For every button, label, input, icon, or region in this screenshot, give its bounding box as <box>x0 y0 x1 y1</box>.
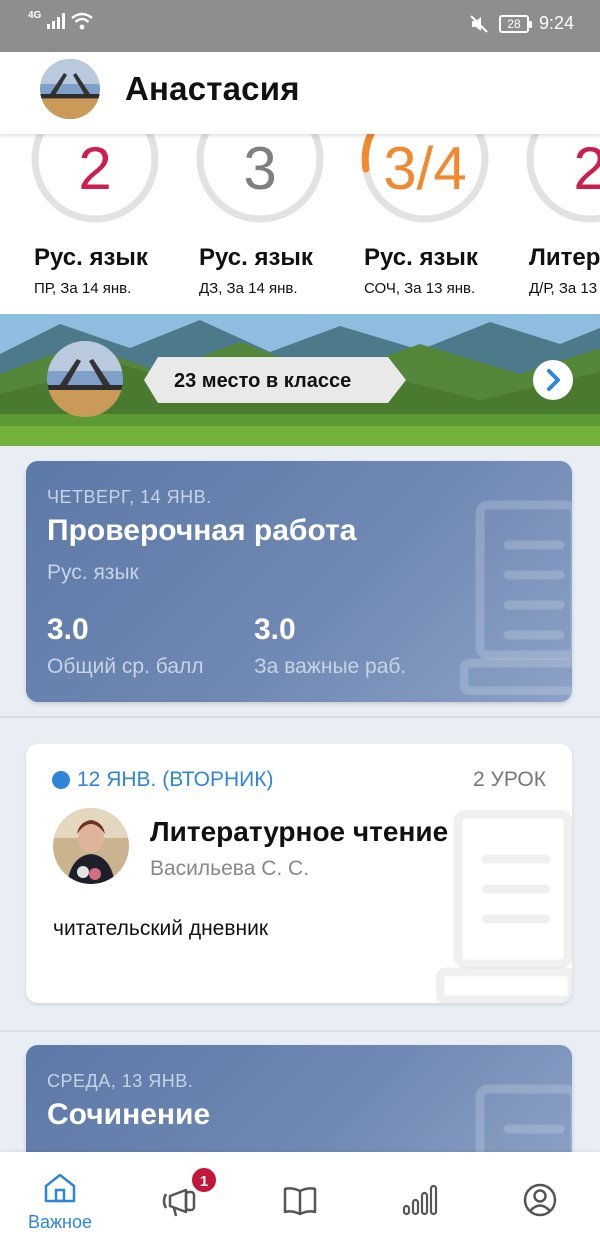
clock: 9:24 <box>538 13 574 33</box>
grade-value: 2 <box>78 135 112 202</box>
bottom-navigation: Важное 1 <box>0 1152 600 1246</box>
document-icon <box>460 500 572 695</box>
nav-important-label: Важное <box>27 1212 93 1232</box>
nav-profile[interactable] <box>480 1152 600 1246</box>
important-score-value: 3.0 <box>254 613 296 646</box>
grade-meta: ДЗ, За 14 янв. <box>199 280 298 297</box>
status-bar: 4G 28 9:24 <box>0 0 600 52</box>
nav-announcements[interactable]: 1 <box>120 1152 240 1246</box>
chevron-right-icon[interactable] <box>533 360 573 400</box>
work-title: Проверочная работа <box>47 514 357 547</box>
homework-date: 12 ЯНВ. (ВТОРНИК) <box>77 768 274 791</box>
home-icon <box>44 1173 76 1203</box>
recent-grades[interactable]: 2 Рус. язык ПР, За 14 янв. 3 Рус. язык Д… <box>0 134 600 314</box>
grade-value: 3/4 <box>383 135 467 202</box>
grade-meta: СОЧ, За 13 янв. <box>364 280 476 297</box>
lesson-number: 2 УРОК <box>473 768 546 791</box>
nav-diary[interactable] <box>240 1152 360 1246</box>
grade-meta: Д/Р, За 13 <box>529 280 598 297</box>
profile-icon <box>523 1183 557 1217</box>
average-score-label: Общий ср. балл <box>47 655 204 678</box>
teacher-name: Васильева С. С. <box>150 857 310 880</box>
teacher-avatar <box>53 808 129 884</box>
signal-icon <box>47 13 66 29</box>
wifi-icon <box>71 12 94 30</box>
profile-header: Анастасия <box>0 52 600 134</box>
homework-card[interactable]: 12 ЯНВ. (ВТОРНИК) 2 УРОК Литературное чт… <box>26 744 572 1003</box>
homework-task: читательский дневник <box>53 917 269 940</box>
grade-subject: Литер <box>529 244 600 271</box>
grade-value: 3 <box>243 135 277 202</box>
network-type: 4G <box>28 10 42 21</box>
grade-value: 2 <box>573 135 600 202</box>
work-date: ЧЕТВЕРГ, 14 ЯНВ. <box>47 487 212 507</box>
divider <box>0 716 600 718</box>
grade-subject: Рус. язык <box>364 244 478 271</box>
work-card[interactable]: ЧЕТВЕРГ, 14 ЯНВ. Проверочная работа Рус.… <box>26 461 572 702</box>
notification-badge: 1 <box>190 1166 218 1194</box>
grade-subject: Рус. язык <box>199 244 313 271</box>
homework-date-row: 12 ЯНВ. (ВТОРНИК) <box>52 768 274 792</box>
document-icon <box>436 809 572 1003</box>
class-rank-banner[interactable]: 23 место в классе <box>0 314 600 446</box>
essay-title: Сочинение <box>47 1098 211 1131</box>
nav-stats[interactable] <box>360 1152 480 1246</box>
rank-avatar <box>47 341 123 417</box>
battery-indicator: 28 <box>498 14 532 33</box>
stats-icon <box>402 1184 438 1216</box>
mute-icon <box>470 14 488 33</box>
important-score-label: За важные раб. <box>254 655 407 678</box>
average-score-value: 3.0 <box>47 613 89 646</box>
book-icon <box>283 1187 317 1216</box>
course-name: Литературное чтение <box>150 816 449 847</box>
nav-important[interactable]: Важное <box>0 1152 120 1246</box>
grade-subject: Рус. язык <box>34 244 148 271</box>
user-name: Анастасия <box>125 70 300 107</box>
work-subject: Рус. язык <box>47 561 139 584</box>
divider <box>0 1030 600 1032</box>
grade-meta: ПР, За 14 янв. <box>34 280 132 297</box>
rank-text: 23 место в классе <box>174 370 352 392</box>
comment-icon <box>52 771 70 789</box>
user-avatar[interactable] <box>40 59 100 119</box>
essay-date: СРЕДА, 13 ЯНВ. <box>47 1071 194 1091</box>
